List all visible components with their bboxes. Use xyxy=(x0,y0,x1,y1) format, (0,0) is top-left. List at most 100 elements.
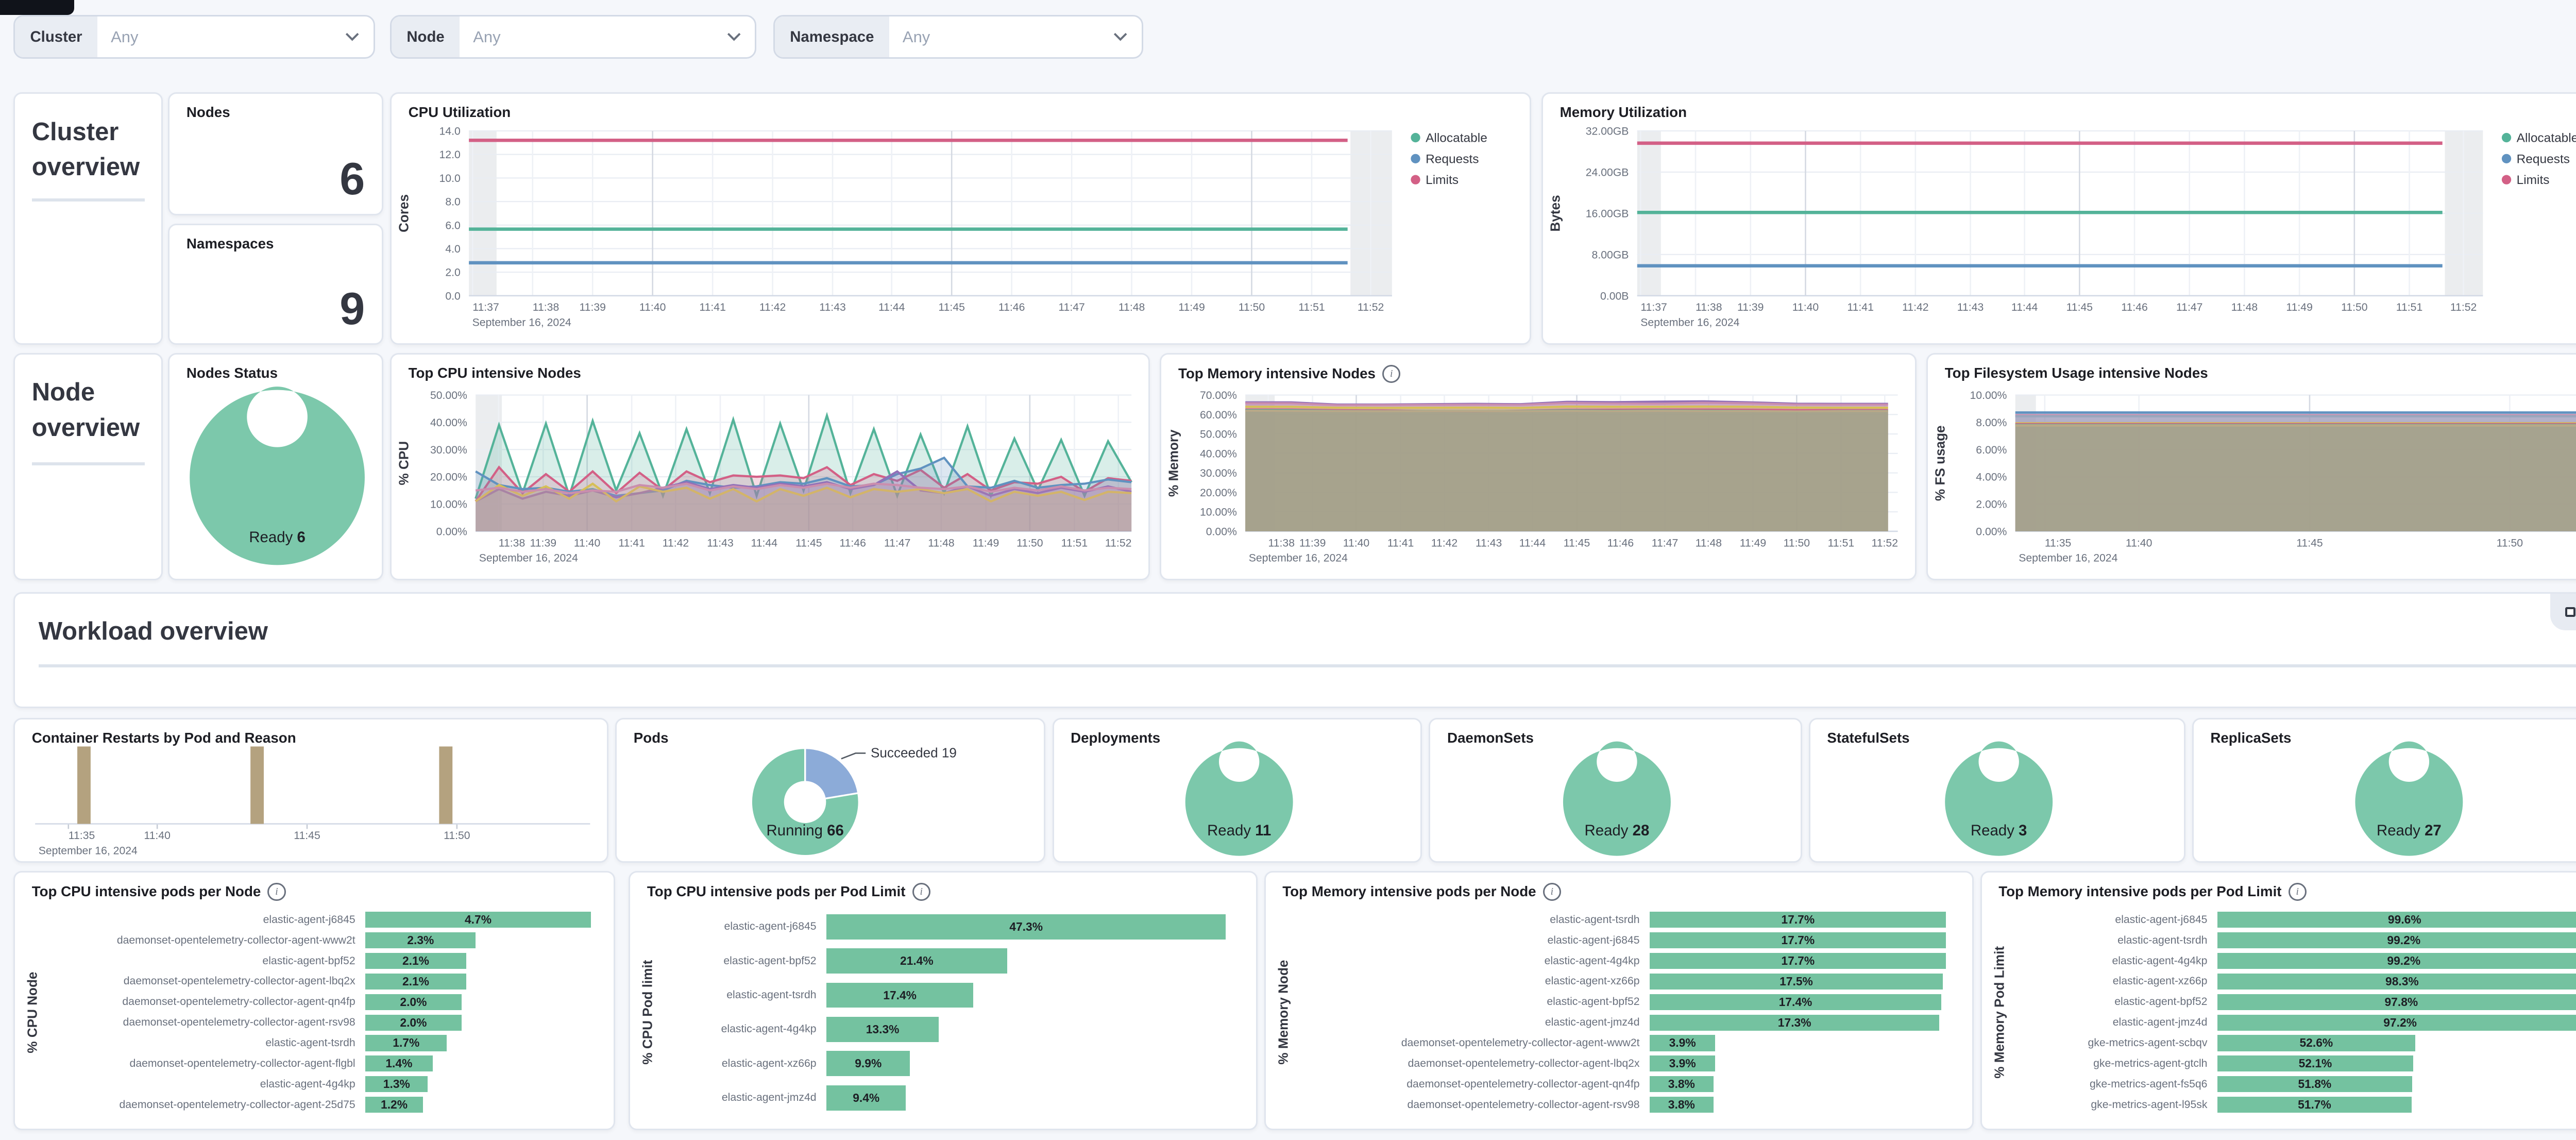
divider xyxy=(32,462,145,465)
cluster-filter-value: Any xyxy=(97,28,345,46)
bar-category-label: elastic-agent-4g4kp xyxy=(44,1078,366,1091)
bar-category-label: daemonset-opentelemetry-collector-agent-… xyxy=(1294,1058,1650,1070)
nodes-status-donut[interactable]: Ready 6 xyxy=(170,355,382,578)
bar: 3.9% xyxy=(1650,1055,1715,1071)
x-tick-label: 11:52 xyxy=(1872,537,1899,549)
bar-category-label: daemonset-opentelemetry-collector-agent-… xyxy=(1294,1037,1650,1049)
bar-row: elastic-agent-bpf522.1% xyxy=(44,951,601,971)
y-tick-label: 32.00GB xyxy=(1586,126,1629,138)
bar-value-label: 51.7% xyxy=(2298,1098,2331,1112)
info-icon[interactable]: i xyxy=(1543,883,1561,901)
x-tick-label: 11:52 xyxy=(2450,302,2477,314)
x-tick-label: 11:41 xyxy=(1847,302,1874,314)
memory-utilization-chart[interactable]: 0.00B8.00GB16.00GB24.00GB32.00GB11:3711:… xyxy=(1543,94,2576,343)
node-filter-select[interactable]: Node Any xyxy=(390,15,756,59)
bar: 51.8% xyxy=(2217,1076,2412,1092)
y-axis-title: % FS usage xyxy=(1933,426,1948,501)
panel-title: Container Restarts by Pod and Reason xyxy=(32,730,296,746)
bar-value-label: 17.7% xyxy=(1781,933,1815,947)
bar-row: elastic-agent-tsrdh17.4% xyxy=(659,978,1243,1012)
top-cpu-nodes-chart[interactable]: 0.00%10.00%20.00%30.00%40.00%50.00%11:38… xyxy=(392,355,1148,578)
legend-label: Limits xyxy=(1426,174,1459,188)
namespace-filter-select[interactable]: Namespace Any xyxy=(773,15,1143,59)
info-icon[interactable]: i xyxy=(1382,365,1400,383)
x-tick-label: 11:38 xyxy=(533,302,560,314)
cpu-utilization-chart[interactable]: 0.02.04.06.08.010.012.014.011:3711:3811:… xyxy=(392,94,1530,343)
panel-title: Top Memory intensive pods per Pod Limit xyxy=(1998,883,2281,900)
x-tick-label: 11:40 xyxy=(1792,302,1819,314)
bar: 13.3% xyxy=(826,1017,939,1042)
bar-category-label: daemonset-opentelemetry-collector-agent-… xyxy=(44,1099,366,1111)
bar-row: daemonset-opentelemetry-collector-agent-… xyxy=(44,992,601,1012)
legend-dot xyxy=(2502,133,2511,142)
bar-value-label: 97.8% xyxy=(2384,995,2418,1009)
x-tick-label: 11:49 xyxy=(973,537,999,549)
bar-value-label: 52.6% xyxy=(2299,1036,2333,1050)
top-cpu-pods-limit-panel: Top CPU intensive pods per Pod Limiti % … xyxy=(629,871,1257,1130)
top-memory-nodes-chart[interactable]: 0.00%10.00%20.00%30.00%40.00%50.00%60.00… xyxy=(1161,355,1914,578)
bar-value-label: 2.0% xyxy=(400,995,427,1009)
info-icon[interactable]: i xyxy=(912,883,930,901)
y-tick-label: 6.00% xyxy=(1976,444,2007,456)
bar-value-label: 1.3% xyxy=(383,1077,410,1091)
bar-row: gke-metrics-agent-scbqv52.6% xyxy=(2010,1033,2576,1053)
bar-row: elastic-agent-bpf5217.4% xyxy=(1294,992,1958,1012)
y-tick-label: 2.0 xyxy=(445,267,460,279)
y-tick-label: 10.00% xyxy=(1970,390,2007,401)
chevron-down-icon xyxy=(345,32,360,42)
panel-title: Top Memory intensive Nodes xyxy=(1178,365,1376,382)
bar-category-label: elastic-agent-bpf52 xyxy=(44,955,366,967)
bar-row: elastic-agent-jmz4d17.3% xyxy=(1294,1012,1958,1033)
info-icon[interactable]: i xyxy=(267,883,285,901)
statefulsets-panel: StatefulSets Ready 3 xyxy=(1809,718,2185,863)
top-cpu-pods-limit-chart[interactable]: % CPU Pod limit elastic-agent-j684547.3%… xyxy=(637,910,1242,1115)
x-tick-label: 11:46 xyxy=(2121,302,2148,314)
donut-label: Ready 11 xyxy=(1207,822,1271,839)
x-tick-label: 11:40 xyxy=(144,830,171,842)
info-icon[interactable]: i xyxy=(2289,883,2307,901)
namespaces-metric-title: Namespaces xyxy=(187,236,274,252)
x-tick-label: 11:44 xyxy=(751,537,778,549)
panel-title: Top Filesystem Usage intensive Nodes xyxy=(1945,365,2208,381)
y-tick-label: 8.0 xyxy=(445,196,460,208)
top-cpu-nodes-panel: Top CPU intensive Nodes 0.00%10.00%20.00… xyxy=(390,353,1150,580)
bar-category-label: elastic-agent-jmz4d xyxy=(2010,1016,2217,1029)
pods-donut[interactable]: Running 66Succeeded 19 xyxy=(617,719,1044,861)
top-memory-pods-limit-chart[interactable]: % Memory Pod Limit elastic-agent-j684599… xyxy=(1989,910,2576,1115)
y-tick-label: 70.00% xyxy=(1200,390,1237,401)
y-tick-label: 50.00% xyxy=(1200,429,1237,441)
x-tick-label: 11:45 xyxy=(1564,537,1590,549)
x-tick-label: 11:39 xyxy=(579,302,606,314)
legend-label: Limits xyxy=(2517,174,2550,188)
top-cpu-pods-node-chart[interactable]: % CPU Node elastic-agent-j68454.7%daemon… xyxy=(22,910,600,1115)
chevron-down-icon xyxy=(726,32,741,42)
bar-row: daemonset-opentelemetry-collector-agent-… xyxy=(44,1012,601,1033)
bar-row: elastic-agent-xz66p17.5% xyxy=(1294,971,1958,992)
x-tick-label: 11:45 xyxy=(294,830,320,842)
x-tick-label: 11:47 xyxy=(1652,537,1678,549)
panel-title: Top CPU intensive pods per Node xyxy=(32,883,261,900)
namespace-filter-value: Any xyxy=(889,28,1113,46)
bar-value-label: 4.7% xyxy=(465,913,492,927)
nodes-metric-title: Nodes xyxy=(187,104,230,121)
x-tick-label: 11:43 xyxy=(1957,302,1984,314)
legend-dot xyxy=(1411,133,1420,142)
x-tick-label: 11:48 xyxy=(1118,302,1145,314)
y-tick-label: 20.00% xyxy=(430,472,467,483)
bar: 1.4% xyxy=(365,1055,432,1071)
top-fs-nodes-chart[interactable]: 0.00%2.00%4.00%6.00%8.00%10.00%11:3511:4… xyxy=(1928,355,2576,578)
y-axis-title: % Memory Pod Limit xyxy=(1989,910,2010,1115)
bar: 17.7% xyxy=(1650,932,1946,948)
container-restarts-panel: Container Restarts by Pod and Reason 11:… xyxy=(13,718,608,863)
bar-row: elastic-agent-j684547.3% xyxy=(659,910,1243,944)
cluster-filter-select[interactable]: Cluster Any xyxy=(13,15,375,59)
x-tick-label: 11:50 xyxy=(2341,302,2368,314)
panel-options-button[interactable] xyxy=(2550,594,2576,631)
bar-value-label: 2.3% xyxy=(407,933,434,947)
y-tick-label: 6.0 xyxy=(445,220,460,232)
x-tick-label: 11:46 xyxy=(998,302,1025,314)
bar-row: elastic-agent-bpf5221.4% xyxy=(659,944,1243,978)
bar-row: daemonset-opentelemetry-collector-agent-… xyxy=(1294,1053,1958,1074)
top-memory-pods-node-chart[interactable]: % Memory Node elastic-agent-tsrdh17.7%el… xyxy=(1273,910,1959,1115)
panel-title: Nodes Status xyxy=(187,365,278,381)
